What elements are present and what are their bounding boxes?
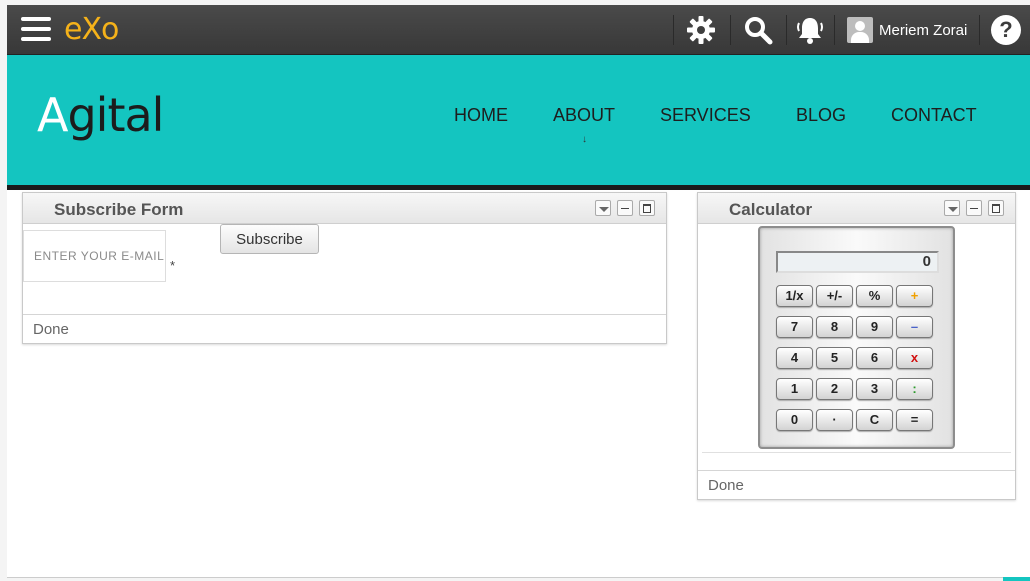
toolbar-divider [730,15,731,45]
calc-key-multiply[interactable]: x [896,347,933,369]
calc-key-equals[interactable]: = [896,409,933,431]
calc-key-9[interactable]: 9 [856,316,893,338]
portlet-minimize-icon[interactable] [966,200,982,216]
logo-letter: A [37,88,68,142]
calc-key-divide[interactable]: : [896,378,933,400]
divider [702,452,1011,453]
nav-services[interactable]: SERVICES [660,105,751,126]
help-icon[interactable]: ? [991,15,1021,45]
exo-logo[interactable]: eXo [64,12,119,47]
portlet-maximize-icon[interactable] [988,200,1004,216]
toolbar-divider [834,15,835,45]
user-menu[interactable]: Meriem Zorai [847,15,967,45]
email-input[interactable] [23,230,166,282]
nav-blog[interactable]: BLOG [796,105,846,126]
nav-home[interactable]: HOME [454,105,508,126]
toolbar-divider [979,15,980,45]
calculator-portlet: Calculator 0 1/x +/- % + 7 8 9 – 4 5 6 x… [697,192,1016,500]
status-text: Done [708,477,744,494]
nav-contact[interactable]: CONTACT [891,105,977,126]
calculator: 0 1/x +/- % + 7 8 9 – 4 5 6 x 1 2 3 : 0 … [758,226,955,449]
toolbar-divider [673,15,674,45]
logo-text: gital [67,88,164,142]
calc-key-percent[interactable]: % [856,285,893,307]
calc-key-2[interactable]: 2 [816,378,853,400]
portlet-menu-dropdown-icon[interactable] [944,200,960,216]
calc-key-3[interactable]: 3 [856,378,893,400]
calc-key-4[interactable]: 4 [776,347,813,369]
portlet-status-bar: Done [23,314,666,343]
calc-key-negate[interactable]: +/- [816,285,853,307]
portlet-title: Calculator [729,200,813,219]
portlet-status-bar: Done [698,470,1015,499]
calculator-display: 0 [776,251,939,273]
calc-key-decimal[interactable]: · [816,409,853,431]
nav-about[interactable]: ABOUT [553,105,615,126]
page-bottom-border [7,577,1030,578]
portlet-title: Subscribe Form [54,200,184,219]
site-header: Agital HOME ABOUT ↓ SERVICES BLOG CONTAC… [7,55,1030,185]
portlet-header: Calculator [698,193,1015,224]
menu-icon[interactable] [21,17,51,41]
notifications-bell-icon[interactable] [793,13,827,47]
top-toolbar: eXo Meriem Zorai ? [7,5,1030,55]
status-text: Done [33,321,69,338]
nav-about-dropdown-arrow-icon[interactable]: ↓ [582,134,587,145]
calc-key-0[interactable]: 0 [776,409,813,431]
user-avatar-icon[interactable] [847,17,873,43]
calc-key-8[interactable]: 8 [816,316,853,338]
agital-logo[interactable]: Agital [37,88,164,142]
calc-key-reciprocal[interactable]: 1/x [776,285,813,307]
search-icon[interactable] [741,13,775,47]
calc-key-subtract[interactable]: – [896,316,933,338]
calc-key-add[interactable]: + [896,285,933,307]
calc-key-1[interactable]: 1 [776,378,813,400]
required-marker: * [170,258,176,273]
portlet-minimize-icon[interactable] [617,200,633,216]
subscribe-button[interactable]: Subscribe [220,224,319,254]
calc-key-5[interactable]: 5 [816,347,853,369]
subscribe-portlet: Subscribe Form * Subscribe Done [22,192,667,344]
portlet-maximize-icon[interactable] [639,200,655,216]
calc-key-6[interactable]: 6 [856,347,893,369]
settings-gear-icon[interactable] [684,13,718,47]
portlet-menu-dropdown-icon[interactable] [595,200,611,216]
toolbar-divider [786,15,787,45]
scroll-to-top-tab[interactable] [1003,577,1030,581]
calc-key-7[interactable]: 7 [776,316,813,338]
calc-key-clear[interactable]: C [856,409,893,431]
portlet-header: Subscribe Form [23,193,666,224]
user-name[interactable]: Meriem Zorai [879,22,967,39]
